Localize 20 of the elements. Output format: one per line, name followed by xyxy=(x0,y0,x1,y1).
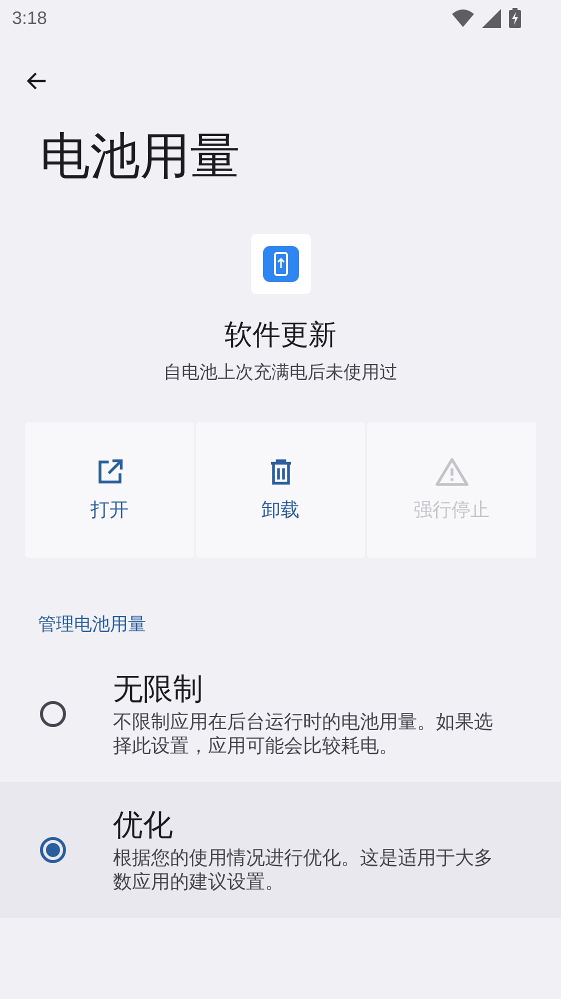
radio-option[interactable]: 优化 根据您的使用情况进行优化。这是适用于大多数应用的建议设置。 xyxy=(0,782,561,918)
status-time: 3:18 xyxy=(12,8,48,28)
section-header: 管理电池用量 xyxy=(38,613,147,637)
action-button[interactable]: 卸载 xyxy=(196,422,365,558)
warning-icon xyxy=(434,457,468,487)
page-title: 电池用量 xyxy=(39,126,241,187)
signal-icon xyxy=(482,8,501,28)
option-title: 无限制 xyxy=(113,671,204,709)
radio-button[interactable] xyxy=(40,701,66,727)
option-description: 不限制应用在后台运行时的电池用量。如果选择此设置，应用可能会比较耗电。 xyxy=(113,710,494,758)
option-title: 优化 xyxy=(113,807,174,845)
app-summary: 自电池上次充满电后未使用过 xyxy=(164,361,398,384)
app-name: 软件更新 xyxy=(224,317,336,353)
radio-button[interactable] xyxy=(40,837,66,863)
wifi-icon xyxy=(452,9,474,27)
app-icon xyxy=(250,234,310,294)
battery-charging-icon xyxy=(509,8,521,28)
action-button[interactable]: 打开 xyxy=(25,422,194,558)
radio-option[interactable]: 无限制 不限制应用在后台运行时的电池用量。如果选择此设置，应用可能会比较耗电。 xyxy=(0,646,561,782)
option-description: 根据您的使用情况进行优化。这是适用于大多数应用的建议设置。 xyxy=(113,846,494,894)
